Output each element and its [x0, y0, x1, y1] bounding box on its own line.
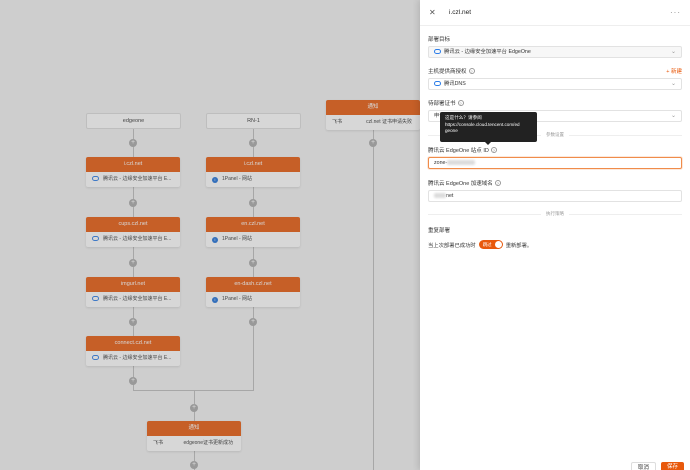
domain-value: net — [446, 193, 454, 199]
chevron-down-icon: ⌄ — [670, 49, 676, 55]
close-icon[interactable]: ✕ — [429, 8, 439, 17]
host-auth-label: 主机提供商授权? — [428, 68, 475, 75]
redacted-text — [447, 160, 476, 165]
zone-id-input[interactable]: zone- — [428, 157, 682, 169]
chevron-down-icon: ⌄ — [670, 81, 676, 87]
redeploy-prefix: 当上次部署已成功时 — [428, 242, 476, 249]
domain-input[interactable]: net — [428, 190, 682, 202]
drawer-header: ✕ i.czl.net ··· — [420, 0, 690, 26]
cert-label: 待部署证书? — [428, 100, 464, 107]
redeploy-label: 重复部署 — [428, 228, 451, 234]
deploy-target-select[interactable]: 腾讯云 - 边缘安全加速平台 EdgeOne ⌄ — [428, 46, 682, 58]
tencent-cloud-icon — [434, 81, 441, 86]
toggle-text: 跳过 — [482, 242, 492, 247]
tooltip-link[interactable]: https://console.cloud.tencent.com/ed — [445, 122, 532, 129]
help-icon[interactable]: ? — [490, 147, 497, 153]
strategy-divider: 执行策略 — [428, 211, 682, 217]
tencent-cloud-icon — [434, 49, 441, 54]
help-icon[interactable]: ? — [457, 100, 464, 106]
tooltip-link[interactable]: geone — [445, 128, 532, 135]
skip-toggle[interactable]: 跳过 — [478, 240, 503, 249]
more-icon[interactable]: ··· — [670, 8, 681, 17]
help-icon[interactable]: ? — [468, 68, 475, 74]
help-tooltip: 这是什么？请参阅 https://console.cloud.tencent.c… — [440, 112, 537, 145]
zone-id-value: zone- — [434, 160, 448, 166]
drawer-title: i.czl.net — [449, 9, 472, 16]
help-icon[interactable]: ? — [494, 180, 501, 186]
add-auth-link[interactable]: + 新建 — [666, 67, 682, 75]
node-config-drawer: ✕ i.czl.net ··· 部署目标 腾讯云 - 边缘安全加速平台 Edge… — [420, 0, 690, 470]
modal-overlay[interactable] — [0, 0, 420, 470]
cancel-button[interactable]: 取消 — [630, 462, 656, 470]
zone-id-label: 腾讯云 EdgeOne 站点 ID? — [428, 147, 497, 154]
redacted-text — [434, 193, 446, 198]
host-auth-value: 腾讯DNS — [444, 81, 466, 87]
save-button[interactable]: 保存 — [660, 462, 684, 470]
chevron-down-icon: ⌄ — [670, 113, 676, 119]
host-auth-select[interactable]: 腾讯DNS ⌄ — [428, 78, 682, 90]
domain-label: 腾讯云 EdgeOne 加速域名? — [428, 180, 501, 187]
redeploy-suffix: 重新部署。 — [505, 242, 533, 249]
drawer-footer: 取消 保存 — [420, 460, 690, 470]
deploy-target-label: 部署目标 — [428, 37, 451, 43]
deploy-target-value: 腾讯云 - 边缘安全加速平台 EdgeOne — [444, 49, 531, 55]
toggle-knob — [494, 241, 502, 248]
